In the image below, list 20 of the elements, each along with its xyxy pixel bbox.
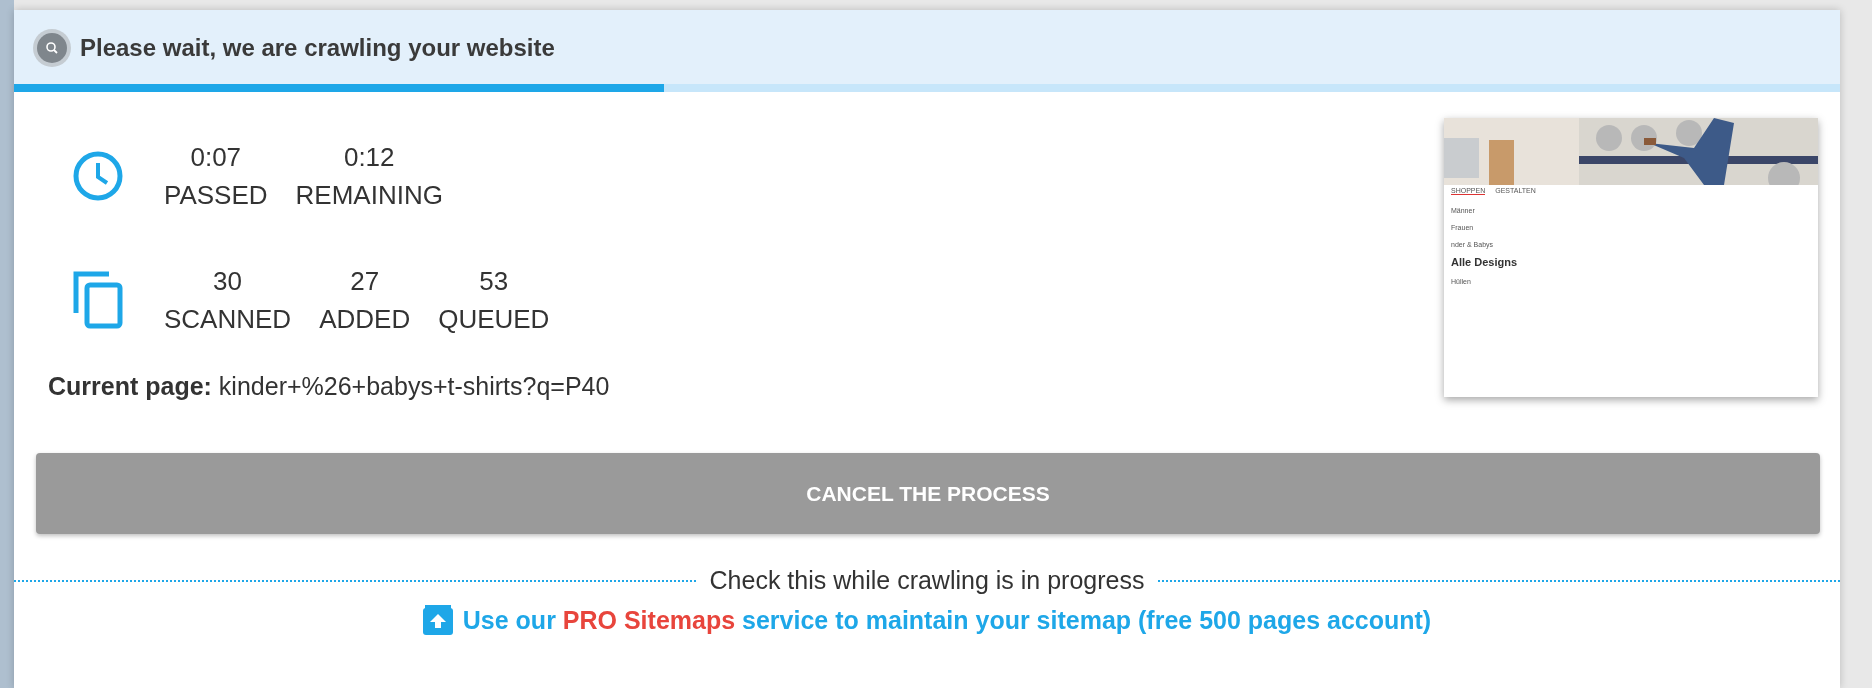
clock-icon — [72, 150, 124, 202]
stat-value: 53 — [479, 265, 509, 298]
copy-icon — [73, 271, 123, 329]
stat-label: REMAINING — [295, 179, 443, 212]
divider-text: Check this while crawling is in progress — [709, 566, 1145, 595]
current-page-text: Current page: kinder+%26+babys+t-shirts?q=P40 — [48, 372, 611, 401]
stat-value: 0:12 — [343, 141, 395, 174]
stat-value: 0:07 — [190, 141, 242, 174]
stat-label: ADDED — [319, 303, 411, 336]
stat-value: 27 — [350, 265, 380, 298]
stat-label: SCANNED — [164, 303, 292, 336]
stat-label: PASSED — [164, 179, 268, 212]
upload-icon — [422, 605, 453, 635]
promo-link[interactable]: Use our PRO Sitemaps service to maintain your sitemap (free 500 pages account) — [462, 605, 1432, 635]
search-icon — [32, 28, 72, 68]
dialog-title: Please wait, we are crawling your website — [80, 34, 555, 62]
cancel-button[interactable]: CANCEL THE PROCESS — [36, 453, 1820, 534]
stat-value: 30 — [213, 265, 243, 298]
stat-label: QUEUED — [438, 303, 550, 336]
preview-heading: Alle Designs — [1451, 256, 1519, 268]
